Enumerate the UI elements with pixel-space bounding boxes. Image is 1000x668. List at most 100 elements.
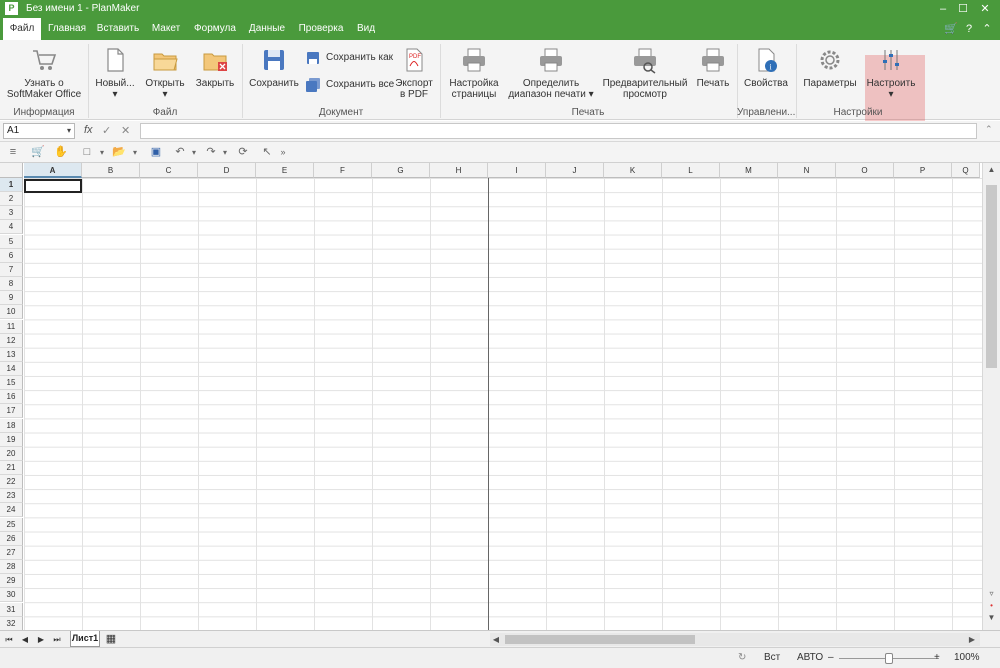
new-button[interactable]: Новый... ▾ [93,46,137,100]
horizontal-scrollbar[interactable]: ◀ ▶ [490,633,980,646]
page-setup-button[interactable]: Настройка страницы [446,46,502,100]
select-all-corner[interactable] [0,163,23,178]
repeat-icon[interactable]: ⟳ [234,144,252,161]
cell-reference-box[interactable]: A1 ▾ [3,123,75,139]
minimize-button[interactable]: – [932,0,954,18]
row-header-10[interactable]: 10 [0,305,23,320]
vertical-scrollbar[interactable]: ▲ ▿ • ▼ [982,163,1000,630]
insert-mode-indicator[interactable]: Вст [764,652,780,663]
column-header-l[interactable]: L [662,163,720,178]
tab-formula[interactable]: Формула [190,18,240,40]
save-all-button[interactable]: Сохранить все [306,77,394,93]
column-header-m[interactable]: M [720,163,778,178]
last-sheet-icon[interactable]: ⏭ [50,633,64,646]
scroll-down-icon[interactable]: ▼ [983,613,1000,622]
cancel-x-icon[interactable]: ✕ [121,124,130,137]
row-header-7[interactable]: 7 [0,262,23,277]
zoom-in-button[interactable]: + [934,652,940,663]
row-header-21[interactable]: 21 [0,461,23,475]
row-header-2[interactable]: 2 [0,192,23,207]
column-header-a[interactable]: A [24,163,82,178]
chevron-down-icon[interactable]: ▾ [216,144,234,161]
tab-home[interactable]: Главная [45,18,89,40]
column-header-d[interactable]: D [198,163,256,178]
column-header-n[interactable]: N [778,163,836,178]
column-header-f[interactable]: F [314,163,372,178]
row-header-24[interactable]: 24 [0,503,23,518]
auto-calc-indicator[interactable]: АВТО [797,652,823,663]
recalc-icon[interactable]: ↻ [738,652,746,663]
row-header-28[interactable]: 28 [0,560,23,575]
scroll-page-up-icon[interactable]: ▿ [983,589,1000,598]
column-header-p[interactable]: P [894,163,952,178]
check-icon[interactable]: ✓ [102,124,111,137]
horizontal-scroll-thumb[interactable] [505,635,695,644]
column-header-h[interactable]: H [430,163,488,178]
formula-input[interactable] [140,123,977,139]
row-header-3[interactable]: 3 [0,206,23,221]
row-header-18[interactable]: 18 [0,418,23,433]
tab-layout[interactable]: Макет [147,18,185,40]
row-header-4[interactable]: 4 [0,220,23,235]
row-header-30[interactable]: 30 [0,588,23,603]
column-header-o[interactable]: O [836,163,894,178]
save-disk-icon[interactable]: ▣ [147,144,165,161]
toolbar-overflow-icon[interactable]: » [274,144,292,161]
save-as-button[interactable]: Сохранить как [306,50,393,66]
options-button[interactable]: Параметры [801,46,859,89]
print-preview-button[interactable]: Предварительный просмотр [602,46,688,100]
row-header-15[interactable]: 15 [0,376,23,391]
tab-file[interactable]: Файл [3,18,41,40]
row-header-8[interactable]: 8 [0,277,23,292]
row-header-1[interactable]: 1 [0,178,23,192]
row-header-17[interactable]: 17 [0,404,23,419]
tab-review[interactable]: Проверка [294,18,348,40]
close-button[interactable]: Закрыть [193,46,237,89]
hand-icon[interactable]: ✋ [52,144,70,161]
help-icon[interactable]: ? [961,21,977,37]
column-header-j[interactable]: J [546,163,604,178]
row-header-26[interactable]: 26 [0,531,23,546]
next-sheet-icon[interactable]: ▶ [34,633,48,646]
export-pdf-button[interactable]: PDF Экспорт в PDF [393,46,435,100]
zoom-level[interactable]: 100% [954,652,980,663]
sheet-tab[interactable]: Лист1 [70,631,100,647]
row-header-16[interactable]: 16 [0,390,23,405]
spreadsheet-grid[interactable]: ABCDEFGHIJKLMNOPQ 1 2 3 4 5 6 7 8 9 10 11 12 13 14 15 1… [0,163,982,630]
row-header-14[interactable]: 14 [0,361,23,376]
column-header-e[interactable]: E [256,163,314,178]
chevron-down-icon[interactable]: ▾ [67,124,71,138]
cell-area[interactable] [24,178,982,630]
properties-button[interactable]: i Свойства [742,46,790,89]
vertical-scroll-thumb[interactable] [986,185,997,368]
prev-sheet-icon[interactable]: ◀ [18,633,32,646]
customize-button[interactable]: Настроить ▾ [863,46,919,100]
learn-softmaker-button[interactable]: Узнать о SoftMaker Office [6,46,82,100]
tab-insert[interactable]: Вставить [94,18,142,40]
chevron-down-icon[interactable]: ▾ [93,144,111,161]
column-header-q[interactable]: Q [952,163,980,178]
tab-data[interactable]: Данные [246,18,288,40]
close-window-button[interactable]: ✕ [974,0,996,18]
cart-icon[interactable]: 🛒 [29,144,47,161]
shop-cart-icon[interactable]: 🛒 [943,21,959,37]
column-header-k[interactable]: K [604,163,662,178]
column-header-g[interactable]: G [372,163,430,178]
row-header-20[interactable]: 20 [0,446,23,461]
chevron-down-icon[interactable]: ▾ [126,144,144,161]
row-header-9[interactable]: 9 [0,291,23,306]
expand-formula-icon[interactable]: ⌃ [985,124,993,135]
row-header-22[interactable]: 22 [0,475,23,490]
row-header-29[interactable]: 29 [0,574,23,589]
tab-view[interactable]: Вид [352,18,380,40]
maximize-button[interactable]: ☐ [952,0,974,18]
column-header-i[interactable]: I [488,163,546,178]
row-header-27[interactable]: 27 [0,545,23,560]
row-header-6[interactable]: 6 [0,248,23,263]
scroll-left-icon[interactable]: ◀ [490,633,502,646]
row-header-13[interactable]: 13 [0,347,23,362]
scroll-dot-icon[interactable]: • [983,601,1000,610]
scroll-right-icon[interactable]: ▶ [966,633,978,646]
add-sheet-icon[interactable]: ▦ [104,633,118,646]
row-header-32[interactable]: 32 [0,616,23,630]
